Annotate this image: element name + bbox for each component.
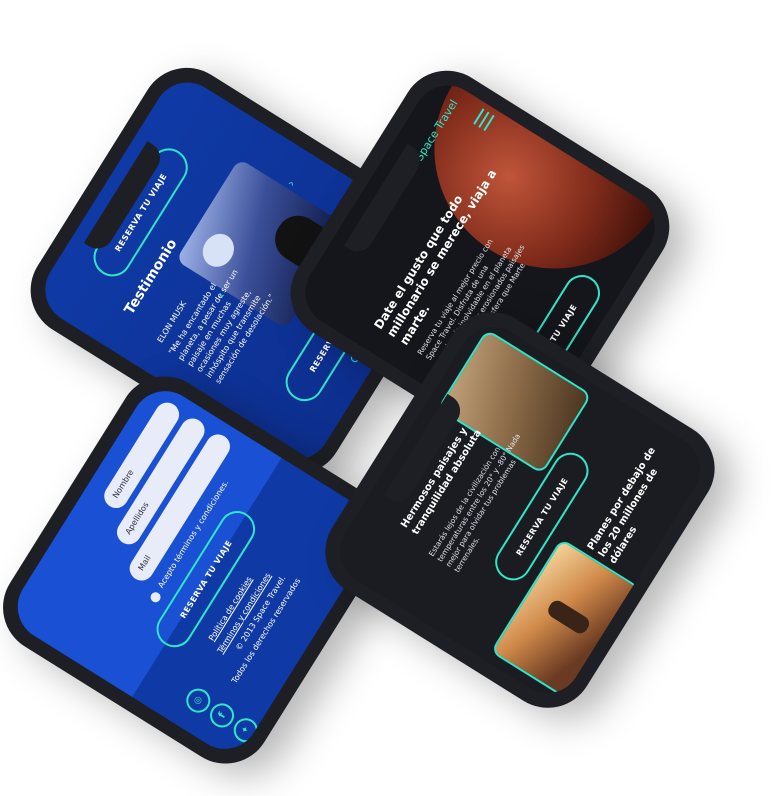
plans-heading: Planes por debajo de los 20 millones de … [585, 445, 661, 566]
astronaut-silhouette [545, 597, 593, 637]
twitter-icon[interactable]: ✦ [229, 713, 263, 747]
phone-notch [343, 143, 427, 258]
